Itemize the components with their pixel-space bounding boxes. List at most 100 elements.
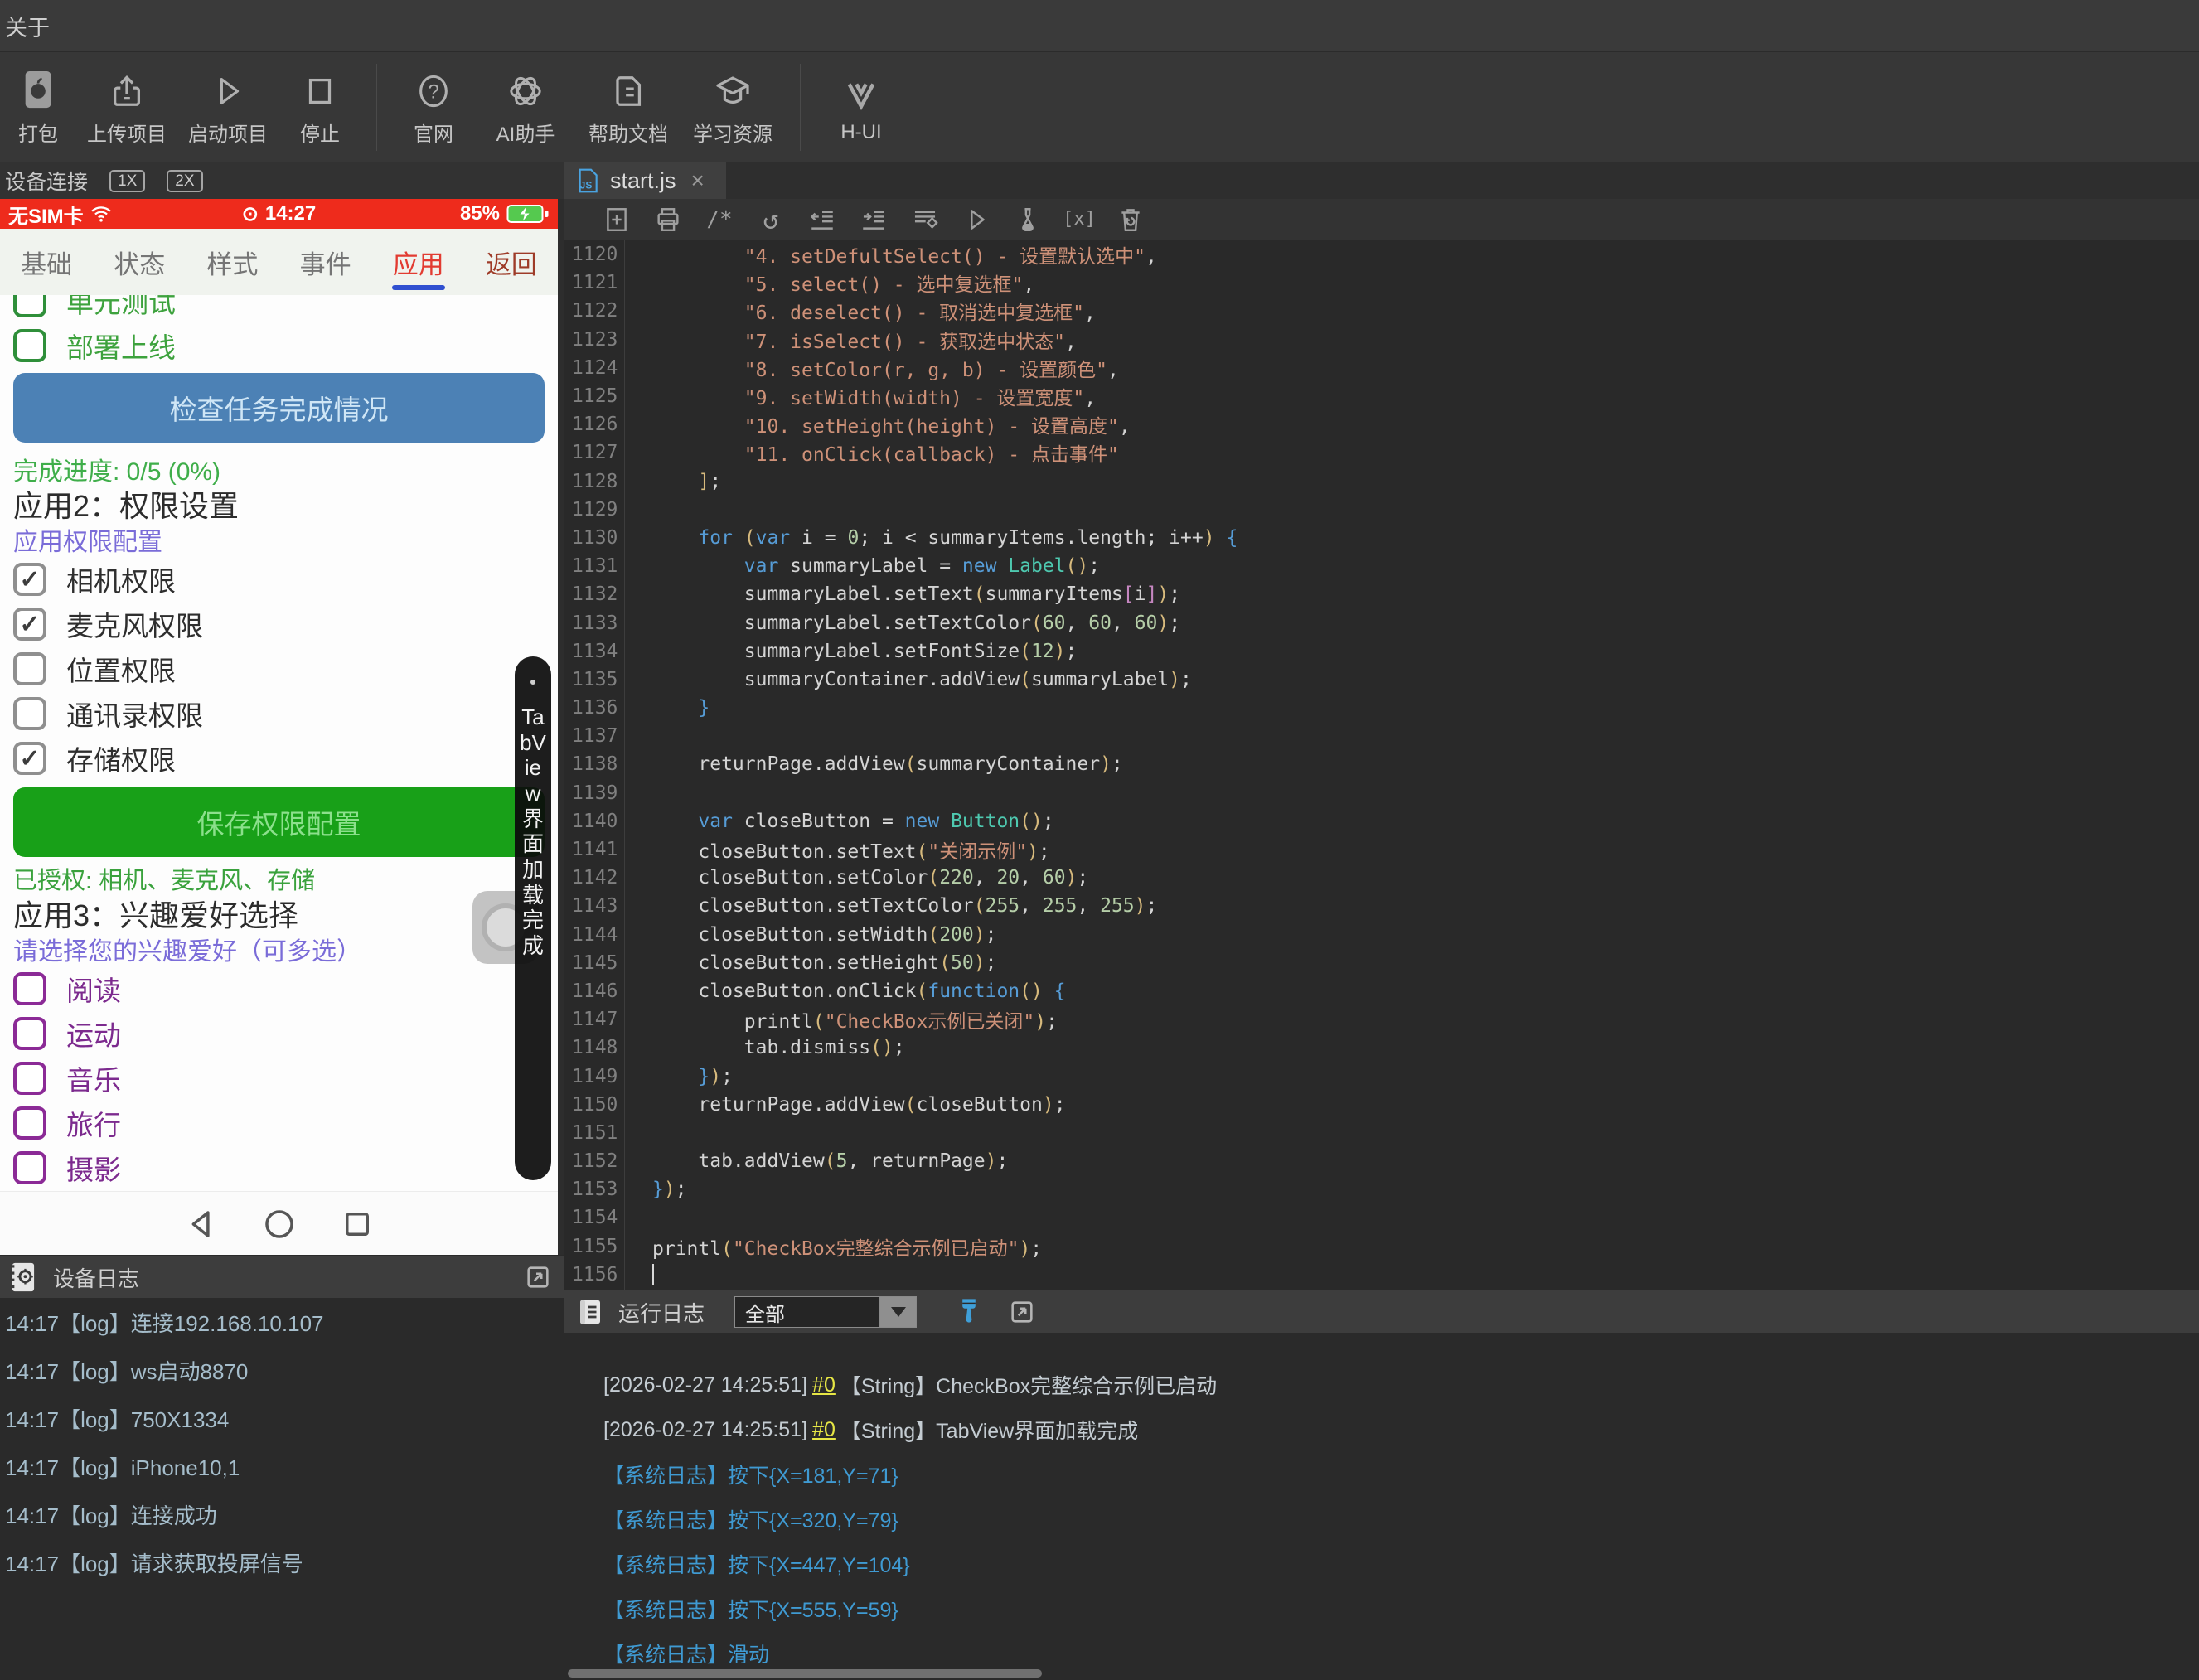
checkbox-row[interactable]: 旅行 — [13, 1101, 545, 1145]
nav-home-icon[interactable] — [262, 1207, 297, 1242]
variables-icon[interactable]: [x] — [1063, 205, 1096, 235]
phone-tab[interactable]: 应用 — [372, 229, 465, 295]
play-icon — [209, 68, 247, 111]
editor-tab-startjs[interactable]: JS start.js × — [564, 162, 726, 199]
checkbox-row[interactable]: 单元测试 — [13, 295, 545, 323]
checkbox-unchecked-icon[interactable] — [13, 1017, 46, 1050]
checkbox-label: 位置权限 — [66, 656, 176, 686]
stop-button[interactable]: 停止 — [279, 52, 361, 162]
line-number: 1131 — [572, 555, 618, 578]
svg-text:?: ? — [428, 80, 438, 103]
line-number: 1142 — [572, 867, 618, 889]
checkbox-row[interactable]: 通讯录权限 — [13, 691, 545, 736]
checkbox-row[interactable]: 位置权限 — [13, 646, 545, 691]
device-log-expand-icon[interactable] — [524, 1263, 552, 1291]
phone-tab[interactable]: 状态 — [93, 229, 186, 295]
code-line: 1134 summaryLabel.setFontSize(12); — [564, 637, 2199, 666]
toast-text: TabView界面加载完成 — [520, 704, 546, 959]
close-tab-icon[interactable]: × — [691, 167, 705, 194]
toolbar-label: 启动项目 — [188, 123, 268, 146]
clear-log-brush-icon[interactable] — [955, 1296, 983, 1328]
checkbox-unchecked-icon[interactable] — [13, 1062, 46, 1095]
save-permissions-button[interactable]: 保存权限配置 — [13, 787, 545, 857]
code-line: 1151 — [564, 1119, 2199, 1147]
new-file-icon[interactable] — [602, 205, 632, 235]
checkbox-unchecked-icon[interactable] — [13, 329, 46, 362]
code-line: 1140 var closeButton = new Button(); — [564, 807, 2199, 835]
phone-mirror: 无SIM卡 ⊙ 14:27 85% 基础 状态 样式 事件 应用 返回 单元测试 部署上线 … — [0, 199, 558, 1256]
test-flask-icon[interactable] — [1013, 205, 1043, 235]
phone-tab[interactable]: 返回 — [465, 229, 558, 295]
line-number: 1140 — [572, 810, 618, 832]
line-number: 1124 — [572, 356, 618, 379]
checkbox-unchecked-icon[interactable] — [13, 652, 46, 685]
start-project-button[interactable]: 启动项目 — [177, 52, 279, 162]
toolbar-label: 学习资源 — [693, 123, 773, 146]
checkbox-label: 通讯录权限 — [66, 700, 203, 731]
checkbox-unchecked-icon[interactable] — [13, 697, 46, 730]
document-icon — [609, 68, 647, 111]
phone-tab[interactable]: 基础 — [0, 229, 93, 295]
nav-recent-icon[interactable] — [340, 1207, 375, 1242]
learning-resources-button[interactable]: 学习资源 — [681, 52, 785, 162]
menu-about[interactable]: 关于 — [0, 10, 50, 42]
line-number: 1151 — [572, 1121, 618, 1144]
ai-assistant-button[interactable]: AI助手 — [475, 52, 576, 162]
zoom-2x-button[interactable]: 2X — [167, 169, 203, 192]
checkbox-unchecked-icon[interactable] — [13, 972, 46, 1005]
checkbox-row[interactable]: ✓ 麦克风权限 — [13, 602, 545, 646]
clear-trash-icon[interactable] — [1116, 205, 1146, 235]
package-button[interactable]: 打包 — [0, 52, 76, 162]
comment-icon[interactable]: /* — [705, 205, 734, 235]
upload-project-button[interactable]: 上传项目 — [76, 52, 177, 162]
code-editor[interactable]: 1120 "4. setDefultSelect() - 设置默认选中", 112… — [564, 240, 2199, 1290]
phone-tab-bar: 基础 状态 样式 事件 应用 返回 — [0, 229, 558, 296]
dropdown-arrow-icon[interactable] — [880, 1296, 918, 1328]
checkbox-checked-icon[interactable]: ✓ — [13, 563, 46, 596]
main-toolbar: 打包 上传项目 启动项目 停止 ? 官网 AI助手 帮助文档 学习资源 H-UI — [0, 52, 2199, 163]
checkbox-row[interactable]: 摄影 — [13, 1145, 545, 1190]
format-code-icon[interactable] — [910, 205, 940, 235]
checkbox-unchecked-icon[interactable] — [13, 1106, 46, 1140]
log-ref-link[interactable]: #0 — [807, 1373, 840, 1397]
run-log-expand-icon[interactable] — [1008, 1298, 1036, 1326]
checkbox-row[interactable]: 阅读 — [13, 966, 545, 1011]
log-ref-link[interactable]: #0 — [807, 1418, 840, 1442]
help-docs-button[interactable]: 帮助文档 — [576, 52, 681, 162]
checkbox-row[interactable]: ✓ 存储权限 — [13, 736, 545, 781]
checkbox-unchecked-icon[interactable] — [13, 295, 46, 317]
hui-logo-icon — [842, 71, 880, 114]
undo-icon[interactable]: ↺ — [756, 204, 786, 235]
print-icon[interactable] — [653, 205, 683, 235]
apple-package-icon — [19, 68, 57, 111]
zoom-1x-button[interactable]: 1X — [109, 169, 146, 192]
checkbox-unchecked-icon[interactable] — [13, 1151, 46, 1184]
horizontal-scrollbar[interactable] — [568, 1669, 1042, 1678]
code-line: 1155 printl("CheckBox完整综合示例已启动"); — [564, 1232, 2199, 1261]
official-site-button[interactable]: ? 官网 — [392, 52, 475, 162]
line-number: 1141 — [572, 839, 618, 861]
log-filter-dropdown[interactable]: 全部 — [734, 1296, 918, 1328]
editor-panel: JS start.js × /* ↺ [x] 1120 "4. setDeful… — [564, 162, 2199, 1680]
run-script-icon[interactable] — [961, 205, 991, 235]
nav-back-icon[interactable] — [184, 1207, 219, 1242]
line-number: 1147 — [572, 1009, 618, 1031]
check-tasks-button[interactable]: 检查任务完成情况 — [13, 373, 545, 443]
checkbox-row[interactable]: 音乐 — [13, 1056, 545, 1101]
phone-tab[interactable]: 事件 — [279, 229, 372, 295]
hui-button[interactable]: H-UI — [816, 52, 907, 162]
checkbox-row[interactable]: ✓ 相机权限 — [13, 557, 545, 602]
phone-nav-bar — [0, 1191, 558, 1256]
code-line: 1146 closeButton.onClick(function() { — [564, 977, 2199, 1005]
menu-bar: 关于 — [0, 0, 2199, 52]
checkbox-checked-icon[interactable]: ✓ — [13, 742, 46, 775]
code-line: 1145 closeButton.setHeight(50); — [564, 949, 2199, 977]
code-line: 1132 summaryLabel.setText(summaryItems[i… — [564, 580, 2199, 608]
checkbox-row[interactable]: 部署上线 — [13, 323, 545, 368]
checkbox-checked-icon[interactable]: ✓ — [13, 608, 46, 641]
phone-tab[interactable]: 样式 — [186, 229, 279, 295]
outdent-icon[interactable] — [807, 205, 837, 235]
indent-icon[interactable] — [859, 205, 889, 235]
code-line: 1125 "9. setWidth(width) - 设置宽度", — [564, 382, 2199, 410]
checkbox-row[interactable]: 运动 — [13, 1011, 545, 1056]
